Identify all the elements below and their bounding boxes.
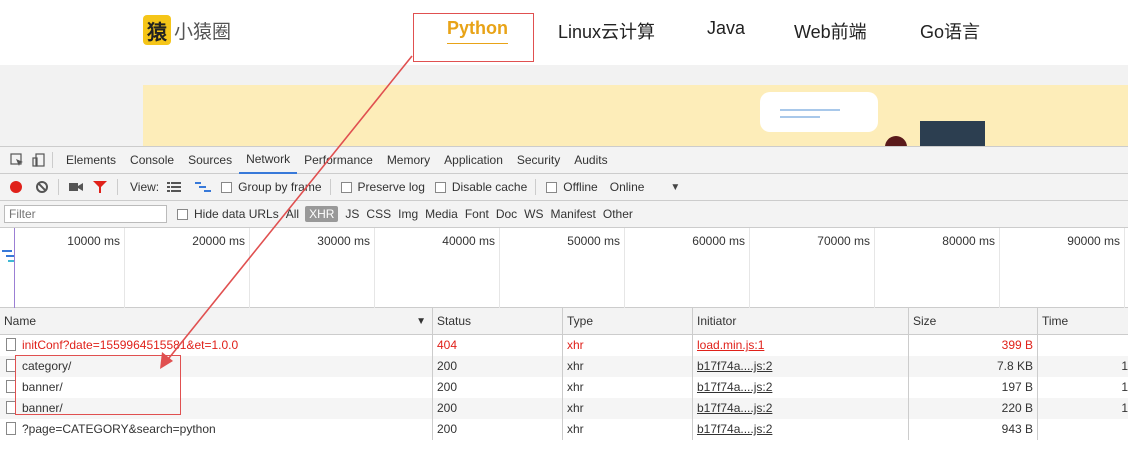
annotation-arrow [160, 55, 413, 369]
